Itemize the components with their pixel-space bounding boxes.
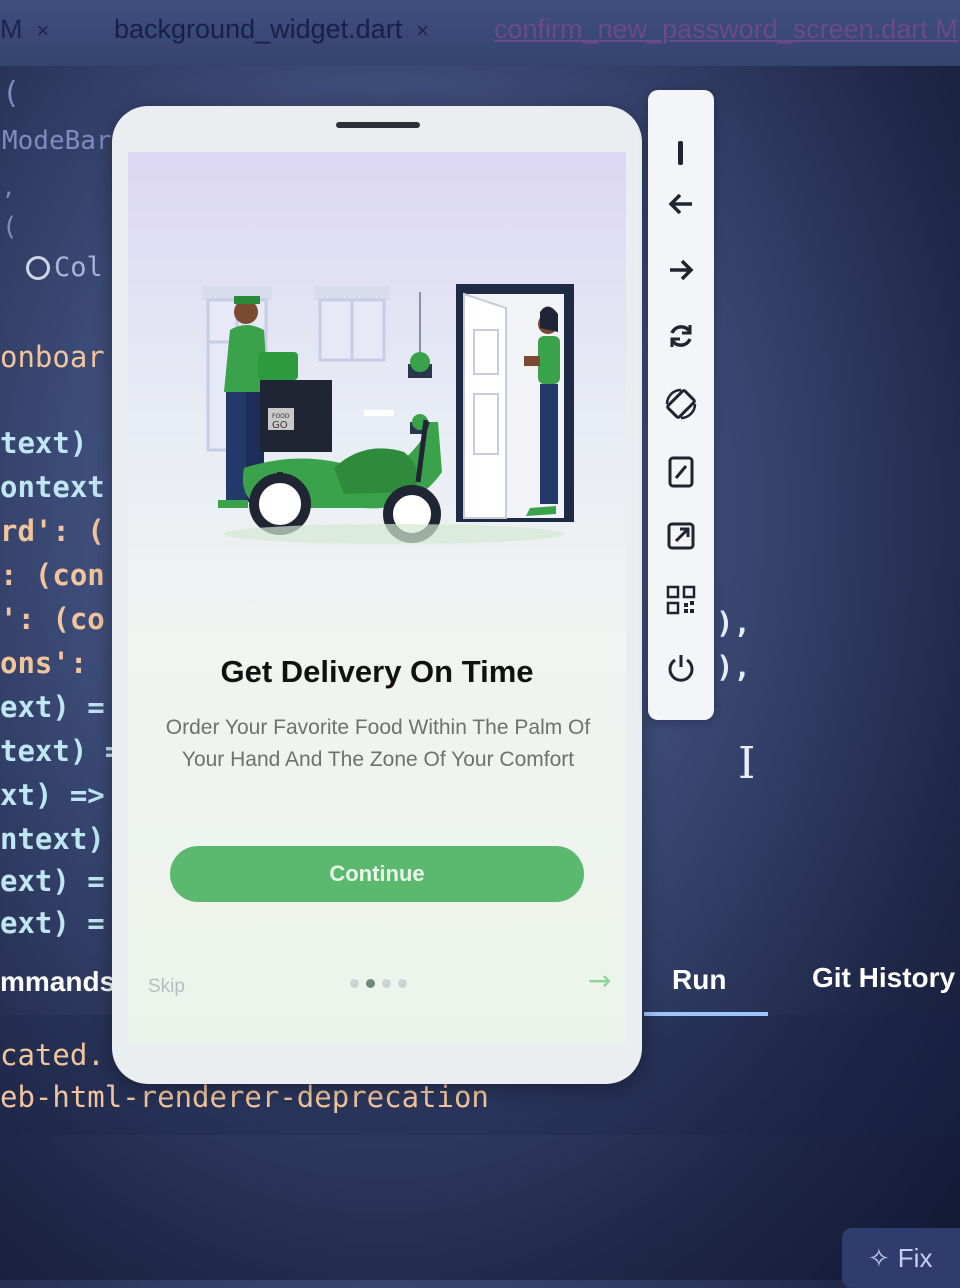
- code-line: ntext): [0, 822, 105, 856]
- code-line: ,: [2, 176, 16, 201]
- code-line: ModeBar: [2, 126, 112, 156]
- page-dot: [398, 979, 407, 988]
- delivery-illustration: FOOD GO: [202, 284, 574, 544]
- tab-confirm-new-password[interactable]: confirm_new_password_screen.dart M: [494, 14, 958, 45]
- next-arrow-icon[interactable]: →: [588, 964, 611, 997]
- code-line: onboar: [0, 340, 105, 374]
- hanging-plant: [408, 292, 432, 434]
- code-line: ),: [716, 650, 751, 684]
- window-middle: [314, 286, 390, 362]
- page-dot: [382, 979, 391, 988]
- tab-label: background_widget.dart: [114, 14, 403, 44]
- onboarding-description: Order Your Favorite Food Within The Palm…: [165, 716, 591, 771]
- tab-label: M: [0, 14, 23, 44]
- page-dot: [350, 979, 359, 988]
- code-line: text) =: [0, 734, 123, 768]
- tab-commands[interactable]: mmands: [0, 966, 115, 998]
- food-box-top-label: FOOD: [272, 413, 290, 420]
- code-line: rd': (: [0, 514, 105, 548]
- close-icon[interactable]: ×: [37, 18, 50, 43]
- terminal-line: eb-html-renderer-deprecation: [0, 1080, 489, 1114]
- tab-git-history[interactable]: Git History: [812, 962, 955, 994]
- tab-run[interactable]: Run: [672, 964, 726, 996]
- text-cursor-icon: I: [738, 738, 756, 789]
- page-dot: [366, 979, 375, 988]
- app-screen: FOOD GO Get Delivery On Time Order Your …: [128, 152, 626, 1042]
- code-line: text): [0, 426, 88, 460]
- onboarding-title: Get Delivery On Time: [220, 654, 534, 689]
- power-icon[interactable]: [659, 646, 703, 690]
- code-line: : (con: [0, 558, 105, 592]
- code-line: ext) =: [0, 906, 105, 940]
- active-tab-indicator: [644, 1012, 768, 1016]
- code-line: ext) =: [0, 690, 105, 724]
- page-indicator: [350, 979, 407, 988]
- food-box-label: GO: [272, 420, 288, 431]
- code-line: xt) =>: [0, 778, 105, 812]
- code-line: Col: [54, 252, 103, 283]
- forward-arrow-icon[interactable]: [659, 248, 703, 292]
- continue-button[interactable]: Continue: [170, 846, 584, 902]
- emulator-toolbar: [648, 90, 714, 720]
- skip-button[interactable]: Skip: [148, 976, 185, 998]
- color-swatch-icon: [26, 256, 50, 280]
- scooter: FOOD GO: [242, 380, 442, 543]
- refresh-icon[interactable]: [659, 314, 703, 358]
- editor-tab-bar: M × background_widget.dart × confirm_new_p…: [0, 0, 960, 66]
- qr-code-icon[interactable]: [659, 578, 703, 622]
- code-line: ons':: [0, 646, 88, 680]
- tab-background-widget[interactable]: background_widget.dart ×: [114, 14, 429, 45]
- rotate-device-icon[interactable]: [659, 382, 703, 426]
- close-icon[interactable]: ×: [416, 18, 429, 43]
- code-line: (: [2, 76, 21, 111]
- fix-button[interactable]: ✧ Fix: [842, 1228, 960, 1288]
- code-line: ': (co: [0, 602, 105, 636]
- minimize-icon[interactable]: [659, 132, 703, 176]
- fix-label: Fix: [897, 1242, 933, 1273]
- code-line: (: [2, 212, 18, 242]
- speaker-icon: [336, 122, 420, 128]
- code-line: ext) =: [0, 864, 105, 898]
- code-line: ),: [716, 606, 751, 640]
- sparkle-icon: ✧: [868, 1242, 890, 1273]
- tab-m[interactable]: M ×: [0, 14, 80, 45]
- device-emulator: FOOD GO Get Delivery On Time Order Your …: [112, 106, 642, 1084]
- open-external-icon[interactable]: [659, 514, 703, 558]
- screenshot-icon[interactable]: [659, 450, 703, 494]
- back-arrow-icon[interactable]: [659, 182, 703, 226]
- code-line: ontext: [0, 470, 105, 504]
- tab-label: confirm_new_password_screen.dart M: [494, 14, 958, 44]
